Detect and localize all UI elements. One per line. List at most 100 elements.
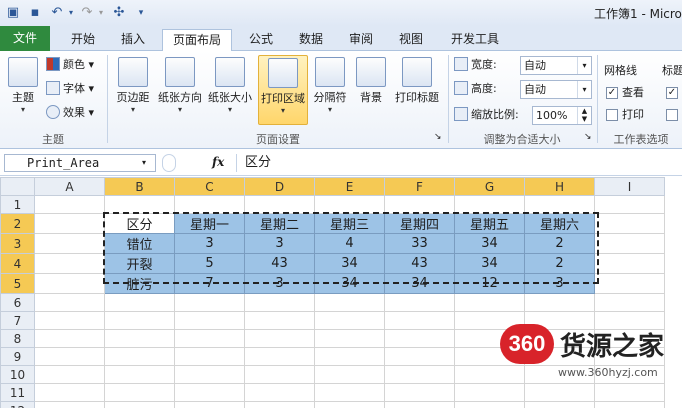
table-header-cell[interactable]: 星期二	[244, 213, 315, 234]
name-box[interactable]: Print_Area	[4, 154, 156, 172]
cell[interactable]	[34, 213, 105, 234]
table-cell[interactable]: 33	[384, 233, 455, 254]
cell[interactable]	[174, 329, 245, 348]
cell[interactable]	[594, 401, 665, 408]
cell[interactable]	[314, 195, 385, 214]
gridlines-view-checkbox[interactable]: ✓	[606, 87, 618, 99]
cell[interactable]	[454, 195, 525, 214]
cell[interactable]	[314, 401, 385, 408]
orientation-button[interactable]: 纸张方向 ▾	[156, 55, 204, 125]
cell[interactable]	[314, 311, 385, 330]
theme-colors-button[interactable]: 颜色 ▾	[46, 55, 94, 75]
table-cell[interactable]: 2	[524, 253, 595, 274]
table-cell[interactable]: 5	[174, 253, 245, 274]
cell[interactable]	[104, 365, 175, 384]
gridlines-print-checkbox[interactable]	[606, 109, 618, 121]
cell[interactable]	[384, 383, 455, 402]
cell[interactable]	[524, 195, 595, 214]
cell[interactable]	[104, 195, 175, 214]
print-area-button[interactable]: 打印区域 ▾	[258, 55, 308, 125]
column-header[interactable]: F	[384, 177, 455, 196]
headings-view-checkbox[interactable]: ✓	[666, 87, 678, 99]
cell[interactable]	[34, 329, 105, 348]
cell[interactable]	[34, 293, 105, 312]
table-cell[interactable]: 4	[314, 233, 385, 254]
cell[interactable]	[104, 347, 175, 366]
table-cell[interactable]: 脏污	[104, 273, 175, 294]
cell[interactable]	[244, 347, 315, 366]
chevron-down-icon[interactable]: ▾	[142, 154, 154, 172]
table-cell[interactable]: 43	[384, 253, 455, 274]
row-header[interactable]: 7	[0, 311, 35, 330]
cell[interactable]	[384, 311, 455, 330]
row-header[interactable]: 12	[0, 401, 35, 408]
row-header[interactable]: 3	[0, 233, 35, 254]
cell[interactable]	[34, 383, 105, 402]
cell[interactable]	[174, 365, 245, 384]
column-header[interactable]: A	[34, 177, 105, 196]
scale-spinner[interactable]: 100% ▲ ▼	[532, 106, 592, 125]
row-header[interactable]: 1	[0, 195, 35, 214]
background-button[interactable]: 背景	[354, 55, 388, 125]
cell[interactable]	[594, 293, 665, 312]
cell[interactable]	[244, 293, 315, 312]
cell[interactable]	[594, 213, 665, 234]
cell[interactable]	[314, 347, 385, 366]
table-header-cell[interactable]: 星期六	[524, 213, 595, 234]
cell[interactable]	[34, 347, 105, 366]
cell[interactable]	[104, 383, 175, 402]
tab-data[interactable]: 数据	[288, 29, 334, 51]
cell[interactable]	[174, 293, 245, 312]
size-button[interactable]: 纸张大小 ▾	[206, 55, 254, 125]
column-header[interactable]: C	[174, 177, 245, 196]
cell[interactable]	[34, 273, 105, 294]
row-header[interactable]: 11	[0, 383, 35, 402]
spinner-arrows-icon[interactable]: ▲ ▼	[577, 107, 591, 124]
cell[interactable]	[174, 401, 245, 408]
cell[interactable]	[384, 195, 455, 214]
quick-access-menu-icon[interactable]: ▾	[132, 4, 150, 22]
cell[interactable]	[384, 293, 455, 312]
cell[interactable]	[314, 293, 385, 312]
column-header[interactable]: B	[104, 177, 175, 196]
table-cell[interactable]: 12	[454, 273, 525, 294]
cell[interactable]	[454, 293, 525, 312]
cell[interactable]	[524, 293, 595, 312]
table-header-cell[interactable]: 星期五	[454, 213, 525, 234]
row-header[interactable]: 2	[0, 213, 35, 234]
cell[interactable]	[244, 311, 315, 330]
themes-button[interactable]: 主题 ▾	[4, 55, 42, 125]
tab-developer[interactable]: 开发工具	[440, 29, 510, 51]
table-cell[interactable]: 34	[454, 233, 525, 254]
tab-file[interactable]: 文件	[0, 26, 50, 51]
cell[interactable]	[314, 365, 385, 384]
cell[interactable]	[174, 347, 245, 366]
cell[interactable]	[34, 233, 105, 254]
cell[interactable]	[104, 311, 175, 330]
table-cell[interactable]: 43	[244, 253, 315, 274]
table-header-cell[interactable]: 星期四	[384, 213, 455, 234]
formula-bar-splitter[interactable]	[162, 154, 176, 172]
table-cell[interactable]: 3	[524, 273, 595, 294]
row-header[interactable]: 6	[0, 293, 35, 312]
cell[interactable]	[384, 347, 455, 366]
tab-insert[interactable]: 插入	[110, 29, 156, 51]
cell[interactable]	[104, 401, 175, 408]
cell[interactable]	[174, 195, 245, 214]
insert-function-icon[interactable]: fx	[212, 155, 224, 169]
height-select[interactable]: 自动 ▾	[520, 80, 592, 99]
column-header[interactable]: E	[314, 177, 385, 196]
theme-fonts-button[interactable]: 字体 ▾	[46, 79, 94, 99]
cell[interactable]	[174, 311, 245, 330]
print-titles-button[interactable]: 打印标题	[392, 55, 442, 125]
cell[interactable]	[594, 233, 665, 254]
table-cell[interactable]: 2	[524, 233, 595, 254]
cell[interactable]	[594, 253, 665, 274]
formula-input[interactable]: 区分	[236, 154, 682, 172]
cell[interactable]	[524, 401, 595, 408]
cell[interactable]	[384, 365, 455, 384]
table-header-cell[interactable]: 区分	[104, 213, 175, 234]
tab-formulas[interactable]: 公式	[238, 29, 284, 51]
tab-review[interactable]: 审阅	[338, 29, 384, 51]
column-header[interactable]: H	[524, 177, 595, 196]
